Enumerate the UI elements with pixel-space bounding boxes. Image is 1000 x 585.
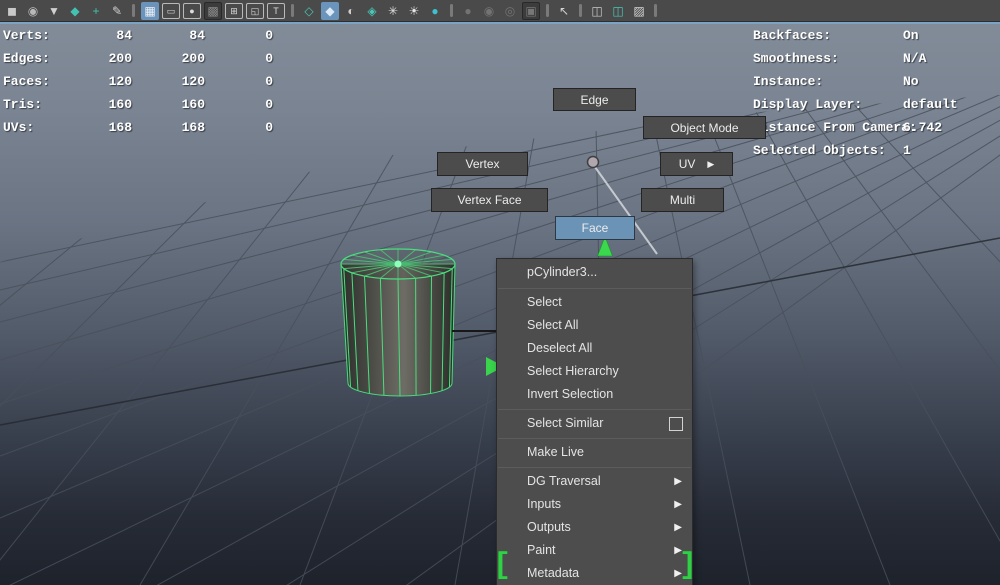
hud-label: Verts: xyxy=(3,24,60,47)
image-plane-icon[interactable]: ▨ xyxy=(630,2,648,20)
submenu-arrow-icon: ▶ xyxy=(707,159,714,170)
field-chart-icon[interactable]: ⊞ xyxy=(225,3,243,19)
marking-menu-edge[interactable]: Edge xyxy=(553,88,636,111)
hud-object-details: Backfaces:On Smoothness:N/A Instance:No … xyxy=(753,24,958,162)
menu-item-label: Select xyxy=(527,295,562,309)
menu-item-select-all[interactable]: Select All xyxy=(497,314,692,337)
marking-menu-vertex[interactable]: Vertex xyxy=(437,152,528,176)
menu-item-select-hierarchy[interactable]: Select Hierarchy xyxy=(497,360,692,383)
hud-label: Edges: xyxy=(3,47,60,70)
menu-item-label: Select All xyxy=(527,318,578,332)
bookmark-icon[interactable]: ▼ xyxy=(45,2,63,20)
camera-bookmark-icon[interactable]: ◉ xyxy=(24,2,42,20)
menu-item-make-live[interactable]: Make Live xyxy=(497,441,692,464)
safe-title-icon[interactable]: T xyxy=(267,3,285,19)
camera-attributes-icon[interactable]: ◆ xyxy=(66,2,84,20)
marking-menu-face-selected[interactable]: Face xyxy=(555,216,635,240)
film-gate-icon[interactable]: ▭ xyxy=(162,3,180,19)
grease-pencil-icon[interactable]: ✎ xyxy=(108,2,126,20)
hud-row-tris: Tris:1601600 xyxy=(3,93,273,116)
grid-toggle-icon[interactable]: ▦ xyxy=(141,2,159,20)
gate-mask-icon[interactable]: ▩ xyxy=(204,2,222,20)
hud-label: Faces: xyxy=(3,70,60,93)
motion-blur-icon[interactable]: ◉ xyxy=(480,2,498,20)
ambient-occlusion-icon[interactable]: ● xyxy=(459,2,477,20)
marking-menu-object-mode[interactable]: Object Mode xyxy=(643,116,766,139)
menu-item-paint[interactable]: Paint▶ xyxy=(497,539,692,562)
submenu-arrow-icon: ▶ xyxy=(674,470,682,493)
selection-bracket-right: ] xyxy=(679,553,697,579)
menu-item-select-similar[interactable]: Select Similar xyxy=(497,412,692,435)
pan-zoom-icon[interactable]: + xyxy=(87,2,105,20)
menu-item-select[interactable]: Select xyxy=(497,291,692,314)
maya-window: ◼◉▼◆+✎▦▭●▩⊞◱T◇◆◐◈✳☀●●◉◎▣↖◫◫▨ Verts:84840… xyxy=(0,0,1000,585)
toolbar-separator xyxy=(546,4,549,17)
hud-row-display-layer: Display Layer:default xyxy=(753,93,958,116)
isolate-select-icon[interactable]: ↖ xyxy=(555,2,573,20)
xray-icon[interactable]: ◫ xyxy=(588,2,606,20)
resolution-gate-icon[interactable]: ● xyxy=(183,3,201,19)
panel-toolbar: ◼◉▼◆+✎▦▭●▩⊞◱T◇◆◐◈✳☀●●◉◎▣↖◫◫▨ xyxy=(0,0,1000,22)
hud-label: Tris: xyxy=(3,93,60,116)
menu-item-invert-selection[interactable]: Invert Selection xyxy=(497,383,692,406)
toolbar-separator xyxy=(132,4,135,17)
default-light-icon[interactable]: ☀ xyxy=(405,2,423,20)
hud-row-verts: Verts:84840 xyxy=(3,24,273,47)
hud-row-smoothness: Smoothness:N/A xyxy=(753,47,958,70)
safe-action-icon[interactable]: ◱ xyxy=(246,3,264,19)
menu-item-deselect-all[interactable]: Deselect All xyxy=(497,337,692,360)
option-box-icon[interactable] xyxy=(669,417,683,431)
wireframe-mode-icon[interactable]: ◇ xyxy=(300,2,318,20)
menu-item-label: Select Hierarchy xyxy=(527,364,619,378)
xray-joints-icon[interactable]: ◫ xyxy=(609,2,627,20)
submenu-arrow-icon: ▶ xyxy=(674,516,682,539)
fog-icon[interactable]: ◎ xyxy=(501,2,519,20)
marking-menu-vertex-face[interactable]: Vertex Face xyxy=(431,188,548,212)
texture-mode-icon[interactable]: ◐ xyxy=(342,2,360,20)
toolbar-separator xyxy=(654,4,657,17)
menu-item-label: DG Traversal xyxy=(527,474,601,488)
menu-title-pcylinder3[interactable]: pCylinder3... xyxy=(497,259,692,285)
menu-item-metadata[interactable]: Metadata▶ xyxy=(497,562,692,585)
wireframe-on-shaded-icon[interactable]: ◈ xyxy=(363,2,381,20)
hud-row-instance: Instance:No xyxy=(753,70,958,93)
hud-row-edges: Edges:2002000 xyxy=(3,47,273,70)
marking-menu-uv[interactable]: UV▶ xyxy=(660,152,733,176)
menu-item-label: Make Live xyxy=(527,445,584,459)
hud-label: UVs: xyxy=(3,116,60,139)
movie-camera-icon[interactable]: ◼ xyxy=(3,2,21,20)
selection-bracket-left: [ xyxy=(493,553,511,579)
menu-item-label: Deselect All xyxy=(527,341,592,355)
toolbar-separator xyxy=(579,4,582,17)
toolbar-separator xyxy=(450,4,453,17)
menu-item-label: Metadata xyxy=(527,566,579,580)
menu-item-inputs[interactable]: Inputs ▶ xyxy=(497,493,692,516)
all-lights-icon[interactable]: ✳ xyxy=(384,2,402,20)
menu-item-label: Inputs xyxy=(527,497,561,511)
hud-row-selected-objects: Selected Objects:1 xyxy=(753,139,958,162)
hud-row-backfaces: Backfaces:On xyxy=(753,24,958,47)
menu-item-label: Select Similar xyxy=(527,416,603,430)
renderer-icon[interactable]: ▣ xyxy=(522,2,540,20)
smooth-shade-mode-icon[interactable]: ◆ xyxy=(321,2,339,20)
hud-row-uvs: UVs:1681680 xyxy=(3,116,273,139)
menu-item-label: Outputs xyxy=(527,520,571,534)
toolbar-separator xyxy=(291,4,294,17)
context-menu: pCylinder3... Select Select All Deselect A… xyxy=(496,258,693,585)
menu-item-label: Invert Selection xyxy=(527,387,613,401)
menu-item-label: Paint xyxy=(527,543,556,557)
menu-item-dg-traversal[interactable]: DG Traversal ▶ xyxy=(497,470,692,493)
hud-poly-count: Verts:84840 Edges:2002000 Faces:1201200 … xyxy=(3,24,273,139)
marking-menu-multi[interactable]: Multi xyxy=(641,188,724,212)
hud-row-distance-from-camera: Distance From Camera:6.742 xyxy=(753,116,958,139)
submenu-arrow-icon: ▶ xyxy=(674,493,682,516)
shadows-icon[interactable]: ● xyxy=(426,2,444,20)
menu-item-outputs[interactable]: Outputs ▶ xyxy=(497,516,692,539)
hud-row-faces: Faces:1201200 xyxy=(3,70,273,93)
